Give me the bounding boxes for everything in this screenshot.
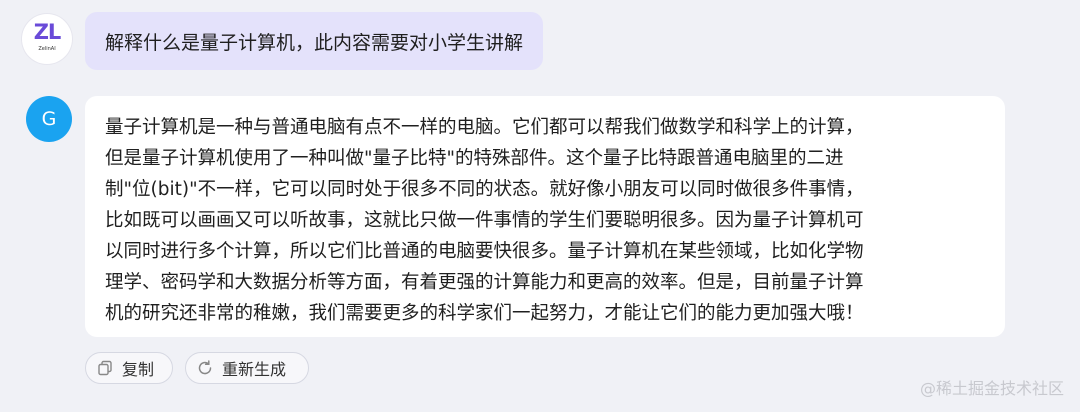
copy-button-label: 复制: [122, 360, 155, 379]
copy-icon: [98, 360, 112, 376]
assistant-avatar: G: [26, 96, 72, 142]
user-avatar: ZL ZelinAI: [22, 14, 72, 64]
refresh-icon: [198, 360, 212, 375]
avatar-logo-subtitle: ZelinAI: [38, 46, 56, 52]
assistant-message-line: 制"位(bit)"不一样，它可以同时处于很多不同的状态。就好像小朋友可以同时做很…: [105, 179, 864, 200]
assistant-message-line: 理学、密码学和大数据分析等方面，有着更强的计算能力和更高的效率。但是，目前量子计…: [105, 272, 864, 293]
assistant-message-line: 但是量子计算机使用了一种叫做"量子比特"的特殊部件。这个量子比特跟普通电脑里的二…: [105, 148, 844, 169]
user-message-bubble: 解释什么是量子计算机，此内容需要对小学生讲解: [85, 12, 544, 70]
assistant-message-line: 量子计算机是一种与普通电脑有点不一样的电脑。它们都可以帮我们做数学和科学上的计算…: [105, 117, 864, 138]
assistant-message-line: 比如既可以画画又可以听故事，这就比只做一件事情的学生们要聪明很多。因为量子计算机…: [105, 210, 864, 231]
watermark: @稀土掘金技术社区: [919, 379, 1064, 398]
regenerate-button[interactable]: 重新生成: [185, 352, 309, 384]
assistant-avatar-letter: G: [41, 108, 57, 130]
user-message-text: 解释什么是量子计算机，此内容需要对小学生讲解: [105, 31, 524, 54]
assistant-message-line: 机的研究还非常的稚嫩，我们需要更多的科学家们一起努力，才能让它们的能力更加强大哦…: [105, 303, 864, 324]
avatar-logo: ZL: [33, 20, 62, 44]
assistant-message-line: 以同时进行多个计算，所以它们比普通的电脑要快很多。量子计算机在某些领域，比如化学…: [105, 241, 864, 262]
assistant-message-bubble: 量子计算机是一种与普通电脑有点不一样的电脑。它们都可以帮我们做数学和科学上的计算…: [85, 96, 1005, 337]
regenerate-button-label: 重新生成: [222, 360, 287, 379]
copy-button[interactable]: 复制: [85, 352, 173, 384]
